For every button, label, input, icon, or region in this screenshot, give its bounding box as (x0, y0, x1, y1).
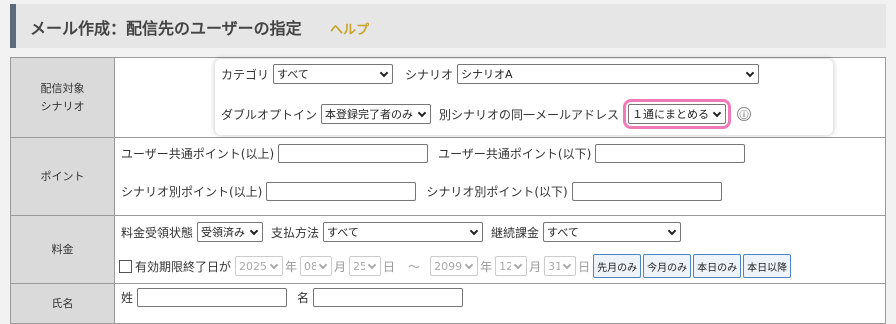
page-title: メール作成：配信先のユーザーの指定 (30, 19, 302, 38)
chevron-down-icon (469, 226, 479, 235)
from-day-select[interactable]: 25 (349, 256, 382, 276)
scenario-row-content: カテゴリ すべて シナリオ シナリオA ダブルオプトイン 本登録完了者のみ 別シ… (114, 57, 886, 138)
scenario-row-label: 配信対象 シナリオ (10, 57, 115, 138)
first-name-label: 名 (297, 291, 310, 305)
payment-method-label: 支払方法 (271, 225, 320, 240)
point-row-label: ポイント (10, 137, 115, 216)
chevron-down-icon (417, 108, 427, 117)
common-point-max-label: ユーザー共通ポイント(以下) (438, 147, 592, 161)
last-month-button[interactable]: 先月のみ (593, 254, 642, 278)
chevron-down-icon (367, 260, 377, 269)
from-year-unit: 年 (285, 259, 298, 274)
from-year-select[interactable]: 2025 (235, 256, 284, 276)
to-day-unit: 日 (578, 259, 591, 274)
payment-method-select[interactable]: すべて (323, 222, 484, 242)
category-select[interactable]: すべて (273, 64, 394, 84)
chevron-down-icon (269, 260, 279, 269)
expiry-checkbox[interactable] (119, 259, 132, 273)
double-optin-label: ダブルオプトイン (221, 107, 318, 122)
fee-status-label: 料金受領状態 (121, 225, 194, 240)
point-row-content: ユーザー共通ポイント(以上) ユーザー共通ポイント(以下) シナリオ別ポイント(… (114, 137, 886, 216)
fee-status-select[interactable]: 受領済み (197, 222, 264, 242)
from-month-select[interactable]: 08 (300, 256, 333, 276)
to-day-select[interactable]: 31 (544, 256, 577, 276)
scenario-point-min-label: シナリオ別ポイント(以上) (121, 185, 263, 199)
after-today-button[interactable]: 本日以降 (743, 254, 792, 278)
to-month-unit: 月 (529, 259, 542, 274)
same-email-select[interactable]: １通にまとめる (628, 104, 727, 124)
info-icon[interactable]: ⓘ (737, 107, 752, 121)
chevron-down-icon (249, 226, 259, 235)
recurring-label: 継続課金 (491, 225, 540, 240)
scenario-row-label-line2: シナリオ (40, 99, 85, 113)
from-day-unit: 日 (383, 259, 396, 274)
name-row-content: 姓 名 (114, 283, 886, 324)
name-row-label: 氏名 (10, 283, 115, 324)
to-month-select[interactable]: 12 (495, 256, 528, 276)
first-name-input[interactable] (313, 288, 464, 307)
page-header: メール作成：配信先のユーザーの指定 ヘルプ (10, 4, 886, 48)
fee-row-content: 料金受領状態 受領済み 支払方法 すべて 継続課金 すべて 有効期限終了日が 2… (114, 215, 886, 284)
help-link[interactable]: ヘルプ (330, 19, 369, 38)
same-email-highlight: １通にまとめる (623, 99, 732, 129)
chevron-down-icon (745, 68, 755, 77)
chevron-down-icon (562, 260, 572, 269)
chevron-down-icon (464, 260, 474, 269)
recurring-select[interactable]: すべて (543, 222, 682, 242)
scenario-point-max-input[interactable] (571, 182, 722, 201)
common-point-max-input[interactable] (595, 144, 746, 163)
chevron-down-icon (379, 68, 389, 77)
to-year-select[interactable]: 2099 (430, 256, 479, 276)
last-name-label: 姓 (121, 291, 134, 305)
chevron-down-icon (513, 260, 523, 269)
today-button[interactable]: 本日のみ (693, 254, 742, 278)
chevron-down-icon (667, 226, 677, 235)
same-email-label: 別シナリオの同一メールアドレス (439, 107, 620, 122)
chevron-down-icon (318, 260, 328, 269)
fee-row-label: 料金 (10, 215, 115, 284)
common-point-min-input[interactable] (278, 144, 429, 163)
scenario-row-label-line1: 配信対象 (40, 81, 85, 95)
from-month-unit: 月 (334, 259, 347, 274)
scenario-point-min-input[interactable] (266, 182, 417, 201)
this-month-button[interactable]: 今月のみ (643, 254, 692, 278)
expiry-label: 有効期限終了日が (135, 259, 232, 274)
category-label: カテゴリ (221, 67, 270, 82)
to-year-unit: 年 (480, 259, 493, 274)
filter-form: 配信対象 シナリオ カテゴリ すべて シナリオ シナリオA ダブルオプトイン 本… (10, 57, 886, 324)
common-point-min-label: ユーザー共通ポイント(以上) (121, 147, 275, 161)
last-name-input[interactable] (137, 288, 288, 307)
scenario-label: シナリオ (405, 67, 454, 82)
scenario-select[interactable]: シナリオA (457, 64, 760, 84)
chevron-down-icon (712, 108, 722, 117)
double-optin-select[interactable]: 本登録完了者のみ (321, 104, 432, 124)
range-tilde: ～ (408, 259, 421, 274)
scenario-point-max-label: シナリオ別ポイント(以下) (426, 185, 568, 199)
